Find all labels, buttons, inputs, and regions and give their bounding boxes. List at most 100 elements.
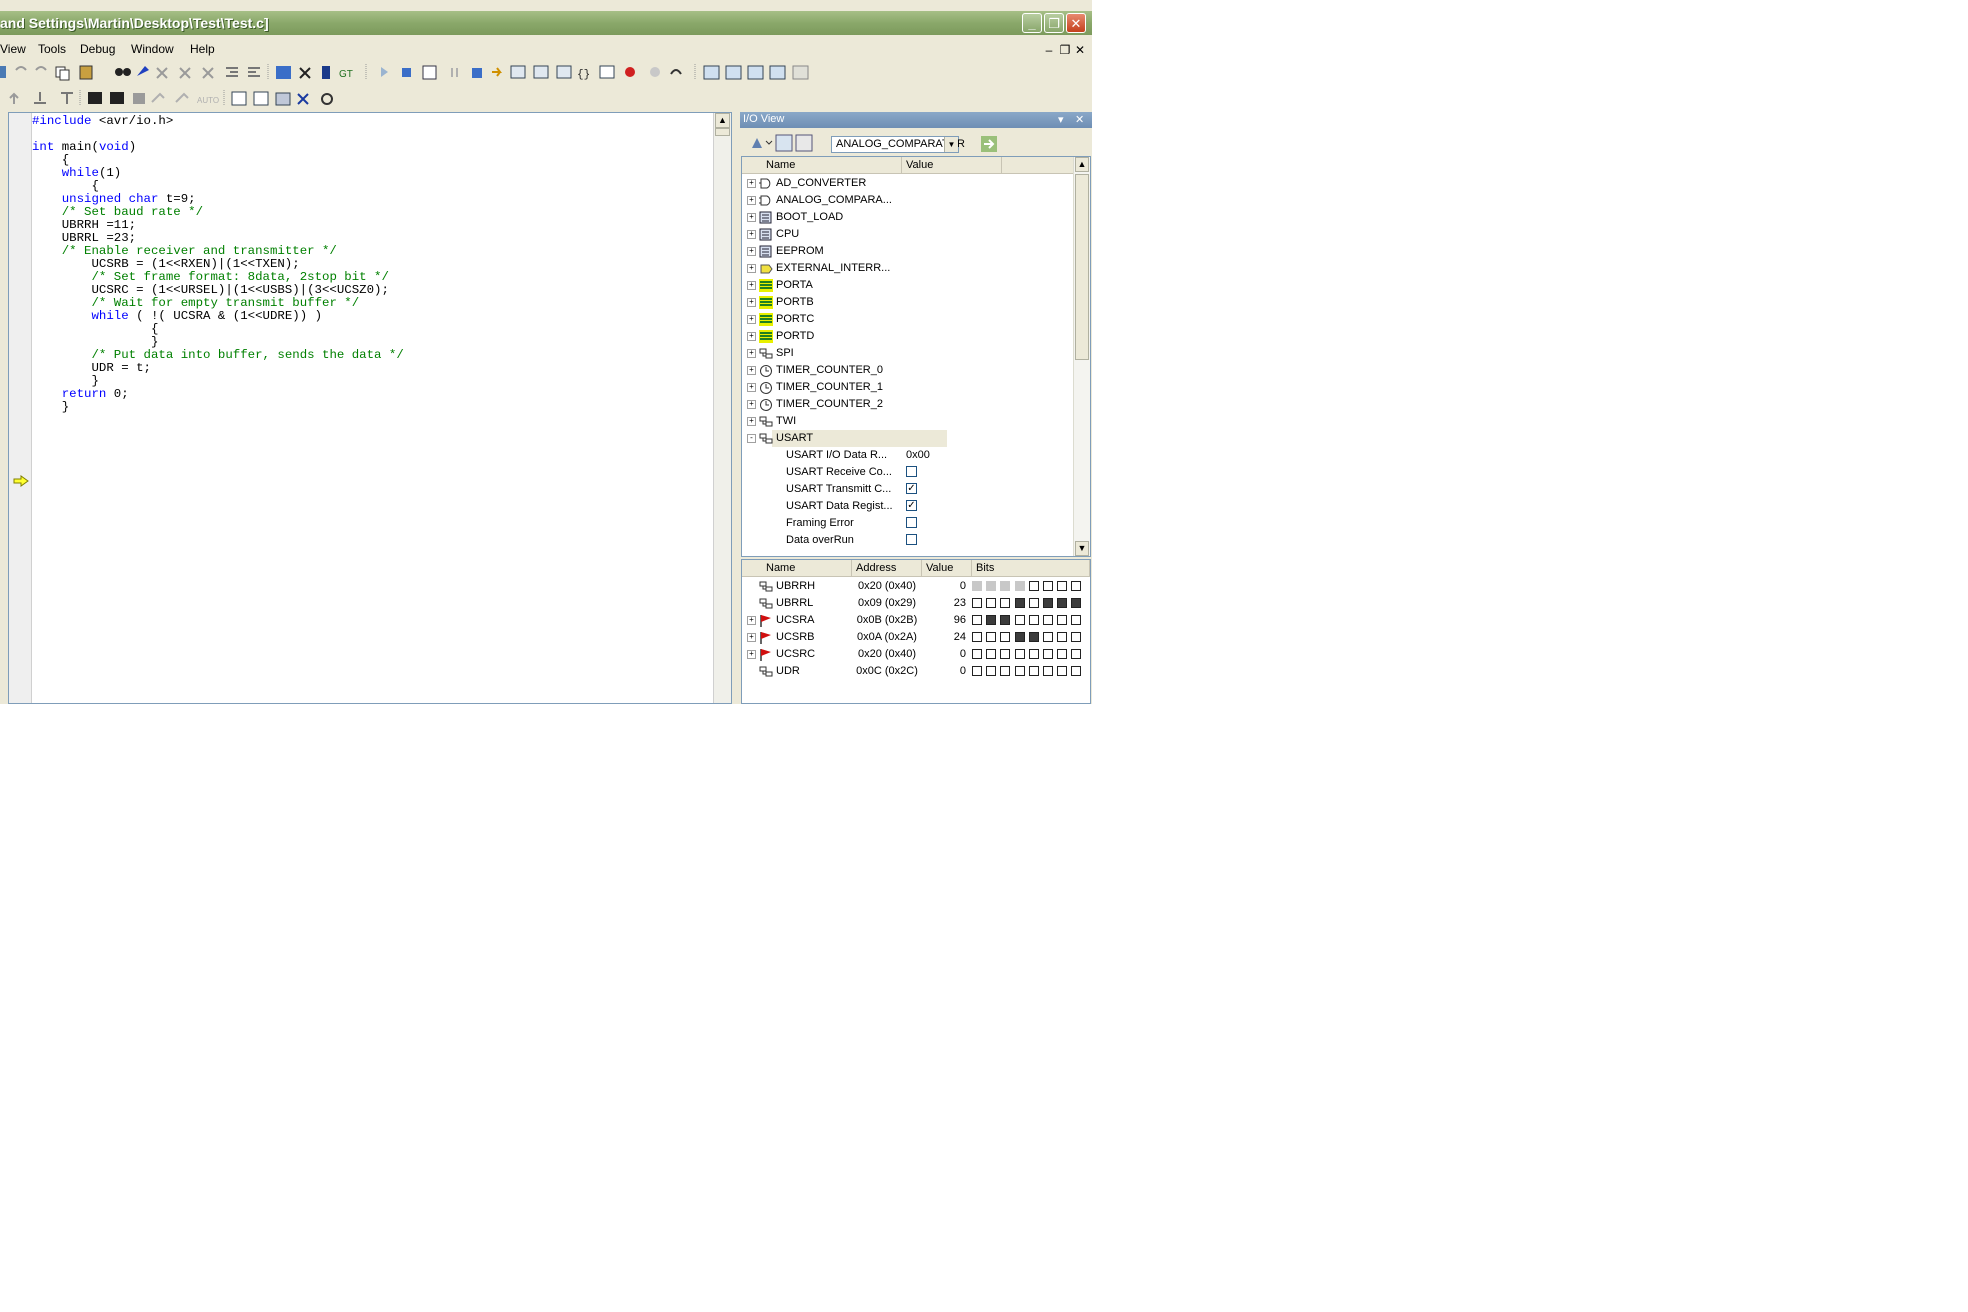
- align-top-icon[interactable]: [61, 92, 73, 104]
- register-bit[interactable]: [1057, 649, 1068, 659]
- register-row-ucsrb[interactable]: + UCSRB 0x0A (0x2A) 24: [742, 629, 1090, 646]
- expand-icon[interactable]: +: [747, 400, 756, 409]
- register-bit[interactable]: [1028, 649, 1039, 659]
- register-bit[interactable]: [986, 649, 997, 659]
- console-icon[interactable]: [88, 92, 102, 104]
- reg-header-bits[interactable]: Bits: [972, 560, 1090, 577]
- connect-icon[interactable]: [151, 92, 165, 103]
- tree-item-usart[interactable]: - USART: [742, 430, 1075, 447]
- undo-icon[interactable]: [15, 66, 27, 71]
- reset-icon[interactable]: [422, 65, 437, 80]
- break-icon[interactable]: [451, 68, 458, 77]
- memory-window-icon[interactable]: [725, 65, 742, 80]
- chip-icon[interactable]: [133, 93, 145, 104]
- expand-icon[interactable]: +: [747, 230, 756, 239]
- register-bit[interactable]: [1071, 666, 1082, 676]
- register-bit[interactable]: [1071, 632, 1082, 642]
- register-bit[interactable]: [986, 666, 997, 676]
- source-code[interactable]: #include <avr/io.h> int main(void) { whil…: [32, 115, 404, 414]
- register-bit[interactable]: [1043, 598, 1053, 608]
- expand-icon[interactable]: +: [747, 264, 756, 273]
- checkbox-checked[interactable]: ✓: [906, 500, 917, 511]
- register-value[interactable]: 0: [922, 578, 966, 595]
- tree-item-timer-counter-2[interactable]: + TIMER_COUNTER_2: [742, 396, 1075, 413]
- io-window-icon[interactable]: [769, 65, 786, 80]
- register-row-udr[interactable]: UDR 0x0C (0x2C) 0: [742, 663, 1090, 680]
- close-button[interactable]: ✕: [1066, 13, 1086, 33]
- register-bit[interactable]: [1057, 615, 1068, 625]
- tree-item-spi[interactable]: + SPI: [742, 345, 1075, 362]
- run-icon[interactable]: [381, 67, 388, 77]
- redo-icon[interactable]: [35, 66, 47, 71]
- register-bit[interactable]: [1028, 632, 1039, 642]
- code-line[interactable]: int main(void): [32, 141, 404, 154]
- mdi-restore-button[interactable]: ❐: [1059, 43, 1071, 57]
- package-icon[interactable]: [275, 92, 291, 106]
- register-row-ubrrl[interactable]: UBRRL 0x09 (0x29) 23: [742, 595, 1090, 612]
- reg-header-name[interactable]: Name: [742, 560, 852, 577]
- build-icon[interactable]: [276, 66, 291, 79]
- editor-gutter[interactable]: [9, 113, 32, 703]
- bookmark-clear-icon[interactable]: [202, 67, 214, 79]
- show-next-statement-icon[interactable]: [472, 68, 482, 78]
- tree-header-name[interactable]: Name: [742, 157, 902, 174]
- mdi-minimize-button[interactable]: –: [1043, 43, 1055, 57]
- register-bit[interactable]: [1071, 598, 1082, 608]
- register-value[interactable]: 23: [922, 595, 966, 612]
- register-bit[interactable]: [1028, 615, 1039, 625]
- program-icon[interactable]: GT: [339, 69, 353, 80]
- register-bit[interactable]: [1000, 666, 1011, 676]
- tree-item-eeprom[interactable]: + EEPROM: [742, 243, 1075, 260]
- register-bit[interactable]: [1000, 632, 1011, 642]
- tree-item-portd[interactable]: + PORTD: [742, 328, 1075, 345]
- align-bottom-icon[interactable]: [34, 92, 46, 104]
- tree-item-boot-load[interactable]: + BOOT_LOAD: [742, 209, 1075, 226]
- tree-scroll-down-button[interactable]: ▼: [1075, 541, 1089, 556]
- disassembler-icon[interactable]: [599, 65, 615, 79]
- io-filter-icon[interactable]: [752, 138, 762, 148]
- step-into-icon[interactable]: [492, 67, 502, 77]
- io-tree-view-icon[interactable]: [775, 134, 793, 152]
- trace-options-icon[interactable]: [253, 91, 269, 106]
- io-view-close-button[interactable]: ✕: [1075, 113, 1084, 126]
- menu-help[interactable]: Help: [190, 42, 215, 56]
- pane-splitter[interactable]: [732, 112, 740, 704]
- tree-item-cpu[interactable]: + CPU: [742, 226, 1075, 243]
- editor-vertical-scrollbar[interactable]: ▲: [713, 113, 731, 703]
- expand-icon[interactable]: +: [747, 366, 756, 375]
- rebuild-icon[interactable]: [299, 67, 311, 79]
- checkbox-unchecked[interactable]: [906, 534, 917, 545]
- tree-item-portb[interactable]: + PORTB: [742, 294, 1075, 311]
- tree-item-timer-counter-0[interactable]: + TIMER_COUNTER_0: [742, 362, 1075, 379]
- toggle-breakpoint-icon[interactable]: [625, 67, 635, 77]
- tree-item-external-interr[interactable]: + EXTERNAL_INTERR...: [742, 260, 1075, 277]
- delete-icon[interactable]: [297, 93, 309, 105]
- menu-tools[interactable]: Tools: [38, 42, 66, 56]
- reg-header-address[interactable]: Address: [852, 560, 922, 577]
- register-bit[interactable]: [1014, 615, 1025, 625]
- mdi-close-button[interactable]: ✕: [1074, 43, 1086, 57]
- find-icon[interactable]: [115, 68, 123, 76]
- register-bit[interactable]: [1014, 649, 1025, 659]
- register-bit[interactable]: [986, 615, 997, 625]
- bookmark-next-icon[interactable]: [179, 67, 191, 79]
- settings-gear-icon[interactable]: [321, 93, 333, 105]
- tree-item-twi[interactable]: + TWI: [742, 413, 1075, 430]
- collapse-icon[interactable]: -: [747, 434, 756, 443]
- expand-icon[interactable]: +: [747, 349, 756, 358]
- reg-header-value[interactable]: Value: [922, 560, 972, 577]
- register-bit[interactable]: [1000, 649, 1011, 659]
- checkbox-unchecked[interactable]: [906, 517, 917, 528]
- expand-icon[interactable]: +: [747, 650, 756, 659]
- register-row-ubrrh[interactable]: UBRRH 0x20 (0x40) 0: [742, 578, 1090, 595]
- expand-icon[interactable]: +: [747, 281, 756, 290]
- register-row-ucsra[interactable]: + UCSRA 0x0B (0x2B) 96: [742, 612, 1090, 629]
- io-filter-dropdown-icon[interactable]: [765, 140, 773, 145]
- expand-icon[interactable]: +: [747, 179, 756, 188]
- register-bit[interactable]: [1071, 649, 1082, 659]
- step-out-icon[interactable]: [533, 65, 549, 79]
- tree-scroll-up-button[interactable]: ▲: [1075, 157, 1089, 172]
- expand-icon[interactable]: +: [747, 417, 756, 426]
- register-bit[interactable]: [1057, 666, 1068, 676]
- register-bit[interactable]: [1000, 615, 1011, 625]
